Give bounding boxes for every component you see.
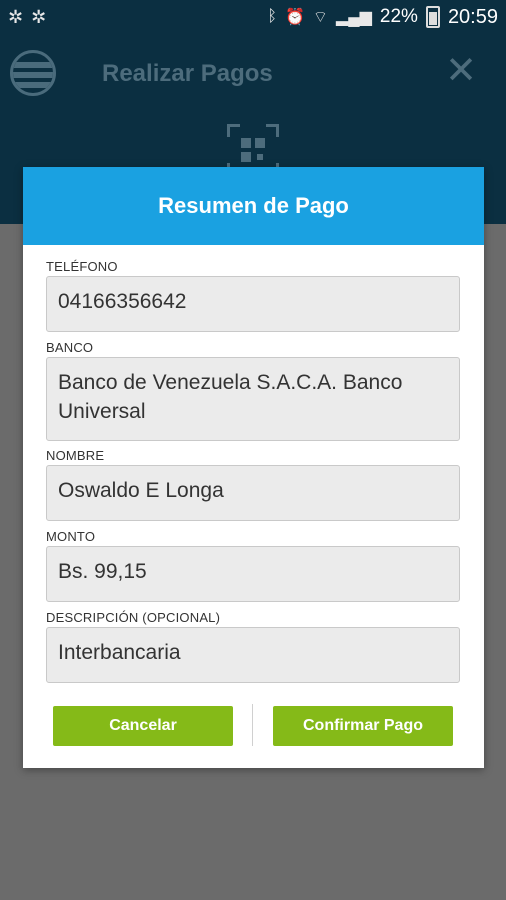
app-notification-icon: ✲ [31,6,47,27]
confirm-payment-button[interactable]: Confirmar Pago [273,706,453,746]
cancel-button[interactable]: Cancelar [53,706,233,746]
phone-field: 04166356642 [46,276,460,332]
signal-icon: ▂▄▆ [335,9,372,26]
clock: 20:59 [447,5,498,28]
close-icon[interactable]: ✕ [444,52,478,90]
app-notification-icon: ✲ [8,6,24,27]
name-label: NOMBRE [46,448,105,463]
description-label: DESCRIPCIÓN (OPCIONAL) [46,610,221,625]
dialog-title: Resumen de Pago [23,167,484,245]
amount-field: Bs. 99,15 [46,546,460,602]
wifi-icon: ⌔ [312,9,328,26]
description-field: Interbancaria [46,627,460,683]
payment-summary-dialog: Resumen de Pago TELÉFONO 04166356642 BAN… [23,167,484,768]
status-right: ᛒ ⏰ ⌔ ▂▄▆ 22% 20:59 [267,6,506,29]
status-bar: ✲ ✲ ᛒ ⏰ ⌔ ▂▄▆ 22% 20:59 [0,0,506,34]
button-divider [252,704,253,746]
app-logo-icon [10,50,56,96]
status-left: ✲ ✲ [0,7,46,28]
phone-label: TELÉFONO [46,259,118,274]
battery-icon [425,6,440,28]
bluetooth-icon: ᛒ [267,8,277,25]
amount-label: MONTO [46,529,96,544]
bank-label: BANCO [46,340,94,355]
battery-percent: 22% [379,6,418,27]
page-title: Realizar Pagos [102,60,273,87]
name-field: Oswaldo E Longa [46,465,460,521]
alarm-icon: ⏰ [284,9,305,26]
bank-field: Banco de Venezuela S.A.C.A. Banco Univer… [46,357,460,441]
